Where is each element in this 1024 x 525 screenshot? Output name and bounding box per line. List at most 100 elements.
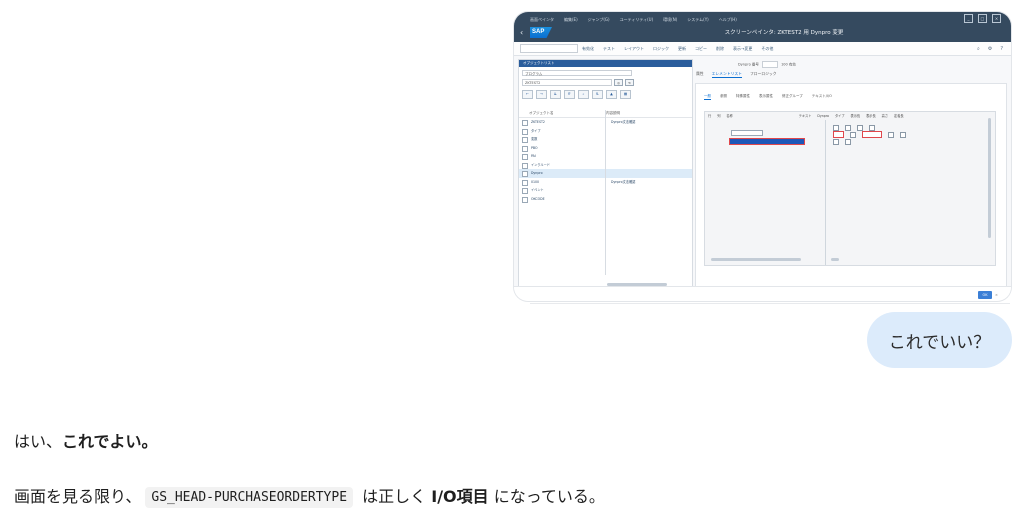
horizontal-scrollbar[interactable]: [831, 258, 839, 261]
row-checkbox[interactable]: [522, 188, 528, 194]
tab-attributes[interactable]: 属性: [696, 71, 704, 78]
find-icon[interactable]: ⌕: [578, 90, 589, 99]
attr-checkbox[interactable]: [869, 124, 875, 131]
refresh-icon[interactable]: ↻: [625, 79, 634, 86]
up-icon[interactable]: ▲: [606, 90, 617, 99]
object-type-select[interactable]: プログラム: [522, 70, 632, 76]
toolbar-button[interactable]: その他: [761, 46, 773, 52]
attr-checkbox[interactable]: [850, 131, 856, 138]
attr-checkbox[interactable]: [900, 131, 906, 138]
minimize-icon[interactable]: _: [964, 14, 973, 23]
forward-icon[interactable]: →: [536, 90, 547, 99]
tab-flow-logic[interactable]: フローロジック: [750, 71, 777, 78]
row-checkbox[interactable]: [522, 120, 528, 126]
table-divider: [825, 120, 826, 265]
row-checkbox[interactable]: [522, 171, 528, 177]
attr-checkbox[interactable]: [845, 138, 851, 145]
reply-text: は正しく: [357, 487, 432, 506]
tree-label: PAI: [530, 154, 536, 158]
object-name-input[interactable]: ZKTEST2: [522, 79, 612, 86]
menu-item[interactable]: ヘルプ(H): [719, 15, 737, 24]
tree-desc: [606, 152, 692, 161]
sort-icon[interactable]: ⇅: [592, 90, 603, 99]
back-icon[interactable]: ←: [522, 90, 533, 99]
sap-toolbar: 有効化 テスト レイアウト ロジック 更新 コピー 削除 表示→変更 その他 ⌕…: [514, 42, 1011, 56]
toolbar-button[interactable]: 削除: [716, 46, 724, 52]
menu-item[interactable]: 環境(N): [663, 15, 677, 24]
tree-desc: [606, 169, 692, 178]
toolbar-button[interactable]: レイアウト: [624, 46, 644, 52]
element-subtabs: 一般 参照 特殊属性 表示属性 修正グループ テキスト/I/O: [704, 94, 832, 100]
subtab-display[interactable]: 表示属性: [759, 94, 773, 100]
toolbar-button[interactable]: ロジック: [653, 46, 669, 52]
window-controls: _ □ ×: [964, 14, 1001, 23]
tree-label: OKCODE: [530, 196, 545, 201]
assistant-reply-line-1: はい、これでよい。: [14, 428, 158, 452]
highlighted-length-field[interactable]: [833, 131, 844, 138]
tree-desc: [606, 144, 692, 153]
row-checkbox[interactable]: [522, 145, 528, 152]
menu-item[interactable]: システム(Y): [687, 15, 708, 24]
toolbar-right-icons: ⌕ ⚙ ?: [977, 42, 1003, 55]
back-arrow-icon[interactable]: ‹: [520, 27, 523, 39]
object-name-row: ZKTEST2 ◎ ↻: [522, 79, 634, 86]
ok-button[interactable]: OK: [978, 291, 992, 299]
element-list-content: 一般 参照 特殊属性 表示属性 修正グループ テキスト/I/O 行 列 名称 テ…: [695, 83, 1007, 289]
horizontal-scrollbar[interactable]: [711, 258, 801, 261]
subtab-reference[interactable]: 参照: [720, 94, 727, 100]
tab-element-list[interactable]: エレメントリスト: [711, 71, 742, 78]
attr-row: [833, 124, 993, 131]
text-field-element[interactable]: [731, 130, 763, 136]
row-checkbox[interactable]: [522, 179, 528, 186]
io-field-selected[interactable]: [729, 138, 805, 145]
row-checkbox[interactable]: [522, 162, 528, 169]
expand-icon[interactable]: ⇊: [550, 90, 561, 99]
attr-checkbox[interactable]: [845, 124, 851, 131]
settings-icon[interactable]: ⚙: [988, 46, 992, 52]
attr-checkbox[interactable]: [888, 131, 894, 138]
menu-item[interactable]: 画面ペインタ: [530, 15, 554, 24]
subtab-text-io[interactable]: テキスト/I/O: [812, 94, 832, 100]
attr-checkbox[interactable]: [857, 124, 863, 131]
subtab-general[interactable]: 一般: [704, 94, 711, 100]
glasses-icon[interactable]: ◎: [614, 79, 623, 86]
attr-checkbox[interactable]: [833, 124, 839, 131]
cancel-button[interactable]: ×: [995, 291, 1005, 299]
toolbar-button[interactable]: テスト: [603, 46, 615, 52]
sap-status-bar: [514, 286, 1011, 301]
vertical-scrollbar[interactable]: [988, 118, 991, 238]
layout-icon[interactable]: ▦: [620, 90, 631, 99]
dynpro-number-field[interactable]: [761, 61, 778, 68]
row-checkbox[interactable]: [522, 196, 528, 203]
sap-logo: SAP: [530, 27, 552, 38]
sap-screenshot: 画面ペインタ 編集(E) ジャンプ(G) ユーティリティ(U) 環境(N) シス…: [514, 12, 1011, 301]
element-table-header: 行 列 名称 テキスト Dynpro タイプ 表示長 表示長 高さ 定義長: [705, 112, 995, 120]
row-checkbox[interactable]: [522, 137, 528, 143]
search-icon[interactable]: ⌕: [977, 46, 980, 52]
menu-item[interactable]: ユーティリティ(U): [620, 15, 654, 24]
close-icon[interactable]: ×: [992, 14, 1001, 23]
collapse-icon[interactable]: ⇈: [564, 90, 575, 99]
attr-checkbox[interactable]: [833, 138, 839, 145]
toolbar-button[interactable]: 表示→変更: [733, 46, 752, 52]
tree-desc: Dynpro文法確認: [611, 179, 636, 184]
header-cell: 表示長: [866, 114, 876, 118]
maximize-icon[interactable]: □: [978, 14, 987, 23]
subtab-special[interactable]: 特殊属性: [736, 94, 750, 100]
menu-item[interactable]: ジャンプ(G): [588, 15, 610, 24]
dynpro-tabs: 属性 エレメントリスト フローロジック: [696, 71, 777, 78]
header-cell: 高さ: [881, 114, 889, 118]
highlighted-format-field[interactable]: [862, 131, 882, 138]
command-field[interactable]: [520, 44, 578, 53]
toolbar-button[interactable]: 有効化: [582, 46, 594, 52]
assistant-reply-line-2: 画面を見る限り、 GS_HEAD-PURCHASEORDERTYPE は正しく I…: [14, 483, 605, 508]
help-icon[interactable]: ?: [1000, 46, 1003, 52]
toolbar-button[interactable]: コピー: [695, 46, 707, 52]
column-divider: [605, 110, 606, 275]
row-checkbox[interactable]: [522, 128, 528, 135]
tree-desc: [606, 127, 692, 136]
toolbar-button[interactable]: 更新: [678, 46, 686, 52]
subtab-modify-group[interactable]: 修正グループ: [782, 94, 803, 100]
row-checkbox[interactable]: [522, 154, 528, 160]
menu-item[interactable]: 編集(E): [564, 15, 578, 24]
